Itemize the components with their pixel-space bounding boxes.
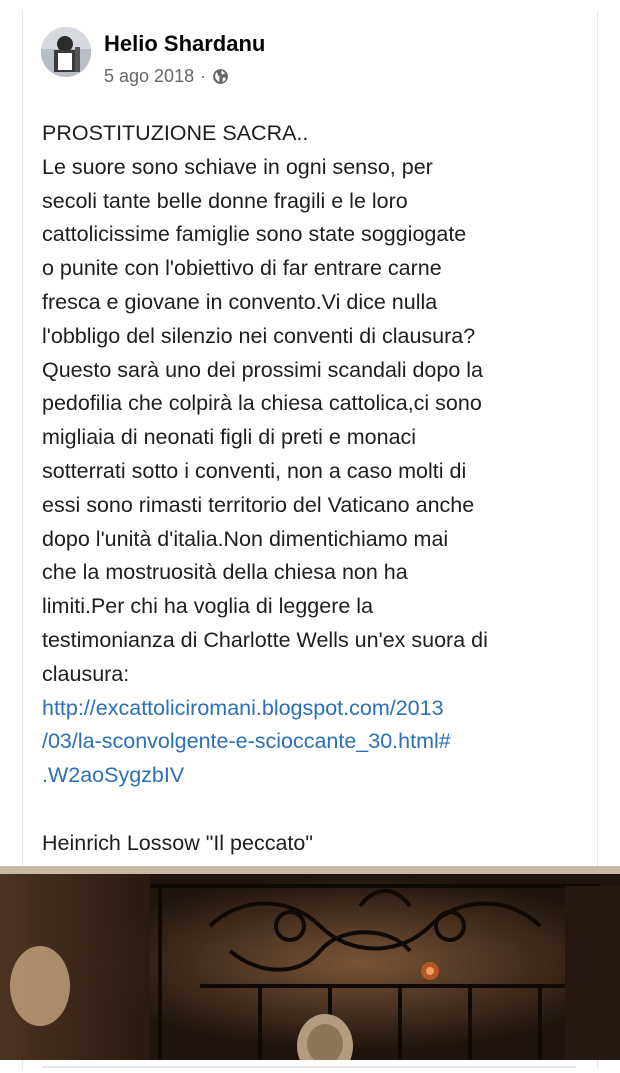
- post-text-line: cattolicissime famiglie sono state soggi…: [42, 222, 467, 247]
- post-text-line: Questo sarà uno dei prossimi scandali do…: [42, 357, 484, 382]
- post-text-line: limiti.Per chi ha voglia di leggere la: [42, 594, 374, 619]
- globe-icon[interactable]: [212, 68, 229, 85]
- post-text-line: secoli tante belle donne fragili e le lo…: [42, 188, 408, 213]
- post-text-line: Le suore sono schiave in ogni senso, per: [42, 154, 433, 179]
- post-link[interactable]: .W2aoSygzbIV: [42, 759, 602, 793]
- author-avatar[interactable]: [41, 27, 91, 77]
- post-body: PROSTITUZIONE SACRA.. Le suore sono schi…: [42, 117, 602, 861]
- post-text-line: testimonianza di Charlotte Wells un'ex s…: [42, 627, 488, 652]
- post-date[interactable]: 5 ago 2018: [104, 66, 194, 87]
- post-image[interactable]: [0, 866, 620, 1060]
- post-text-line: o punite con l'obiettivo di far entrare …: [42, 256, 442, 281]
- post-text-line: l'obbligo del silenzio nei conventi di c…: [42, 323, 476, 348]
- post-text-line: pedofilia che colpirà la chiesa cattolic…: [42, 391, 482, 416]
- bottom-divider: [42, 1066, 576, 1068]
- author-name[interactable]: Helio Shardanu: [104, 31, 265, 57]
- post-text-line: clausura:: [42, 661, 130, 686]
- post-caption: Heinrich Lossow "Il peccato": [42, 830, 313, 855]
- post-text-line: che la mostruosità della chiesa non ha: [42, 560, 408, 585]
- post-text-line: migliaia di neonati figli di preti e mon…: [42, 425, 417, 450]
- post-text-line: fresca e giovane in convento.Vi dice nul…: [42, 289, 438, 314]
- post-text-line: dopo l'unità d'italia.Non dimentichiamo …: [42, 526, 449, 551]
- meta-separator: ·: [200, 66, 207, 86]
- post-text-line: sotterrati sotto i conventi, non a caso …: [42, 458, 467, 483]
- post-link[interactable]: http://excattoliciromani.blogspot.com/20…: [42, 692, 602, 726]
- post-link[interactable]: /03/la-sconvolgente-e-scioccante_30.html…: [42, 725, 602, 759]
- post-text-line: PROSTITUZIONE SACRA..: [42, 121, 309, 145]
- post-meta: 5 ago 2018 ·: [104, 66, 229, 87]
- post-text-line: essi sono rimasti territorio del Vatican…: [42, 492, 475, 517]
